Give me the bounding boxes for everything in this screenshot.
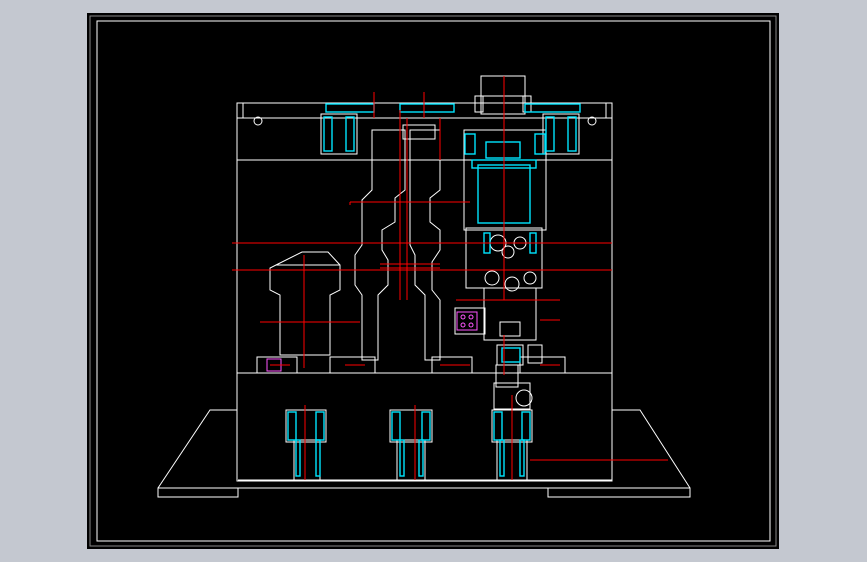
cad-drawing-canvas[interactable] [0, 0, 867, 562]
cad-viewer [0, 0, 867, 562]
drawing-background [87, 13, 779, 549]
